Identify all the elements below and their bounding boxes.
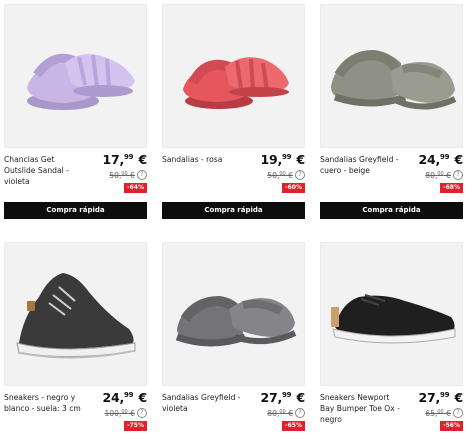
discount-badge: -68%	[440, 183, 463, 193]
product-name[interactable]: Sandalias Greyfield - cuero - beige	[320, 154, 404, 176]
product-card[interactable]: Sandalias Greyfield - violeta 27,99 € 80…	[162, 242, 305, 439]
discount-badge: -56%	[440, 421, 463, 431]
discount-badge: -64%	[124, 183, 147, 193]
discount-badge: -75%	[124, 421, 147, 431]
quick-buy-button[interactable]: Compra rápida	[320, 202, 463, 219]
current-price: 24,99 €	[418, 152, 463, 167]
original-price: 65,00 €	[425, 409, 451, 418]
product-image[interactable]	[4, 242, 147, 386]
black-canvas-sneaker-icon	[331, 294, 456, 344]
black-sneaker-icon	[16, 273, 136, 359]
question-icon[interactable]: ?	[137, 408, 147, 418]
product-image[interactable]	[162, 4, 305, 148]
product-card[interactable]: Chanclas Get Outslide Sandal - violeta 1…	[4, 4, 147, 220]
quick-buy-button[interactable]: Compra rápida	[4, 202, 147, 219]
product-card[interactable]: Sandalias Greyfield - cuero - beige 24,9…	[320, 4, 463, 220]
discount-badge: -60%	[282, 183, 305, 193]
question-icon[interactable]: ?	[295, 408, 305, 418]
original-price: 50,00 €	[267, 171, 293, 180]
original-price: 80,00 €	[425, 171, 451, 180]
product-image[interactable]	[162, 242, 305, 386]
question-icon[interactable]: ?	[137, 170, 147, 180]
current-price: 17,99 €	[102, 152, 147, 167]
question-icon[interactable]: ?	[453, 408, 463, 418]
product-name[interactable]: Sandalias Greyfield - violeta	[162, 392, 246, 414]
grey-slide-sandal-icon	[175, 295, 297, 347]
current-price: 27,99 €	[260, 390, 305, 405]
product-name[interactable]: Sneakers Newport Bay Bumper Toe Ox - neg…	[320, 392, 404, 425]
product-image[interactable]	[320, 4, 463, 148]
pink-slide-sandal-icon	[183, 57, 289, 109]
product-name[interactable]: Chanclas Get Outslide Sandal - violeta	[4, 154, 88, 187]
question-icon[interactable]: ?	[295, 170, 305, 180]
product-image[interactable]	[4, 4, 147, 148]
product-card[interactable]: Sneakers Newport Bay Bumper Toe Ox - neg…	[320, 242, 463, 439]
original-price: 80,00 €	[267, 409, 293, 418]
purple-slide-sandal-icon	[27, 53, 135, 110]
current-price: 19,99 €	[260, 152, 305, 167]
quick-buy-button[interactable]: Compra rápida	[162, 202, 305, 219]
beige-slide-sandal-icon	[331, 49, 457, 110]
original-price: 100,00 €	[104, 409, 135, 418]
discount-badge: -65%	[282, 421, 305, 431]
product-card[interactable]: Sandalias - rosa 19,99 € 50,00 € ? -60% …	[162, 4, 305, 220]
product-image[interactable]	[320, 242, 463, 386]
product-name[interactable]: Sneakers - negro y blanco - suela: 3 cm	[4, 392, 88, 414]
product-name[interactable]: Sandalias - rosa	[162, 154, 246, 165]
current-price: 27,99 €	[418, 390, 463, 405]
original-price: 50,00 €	[109, 171, 135, 180]
product-card[interactable]: Sneakers - negro y blanco - suela: 3 cm …	[4, 242, 147, 439]
current-price: 24,99 €	[102, 390, 147, 405]
question-icon[interactable]: ?	[453, 170, 463, 180]
